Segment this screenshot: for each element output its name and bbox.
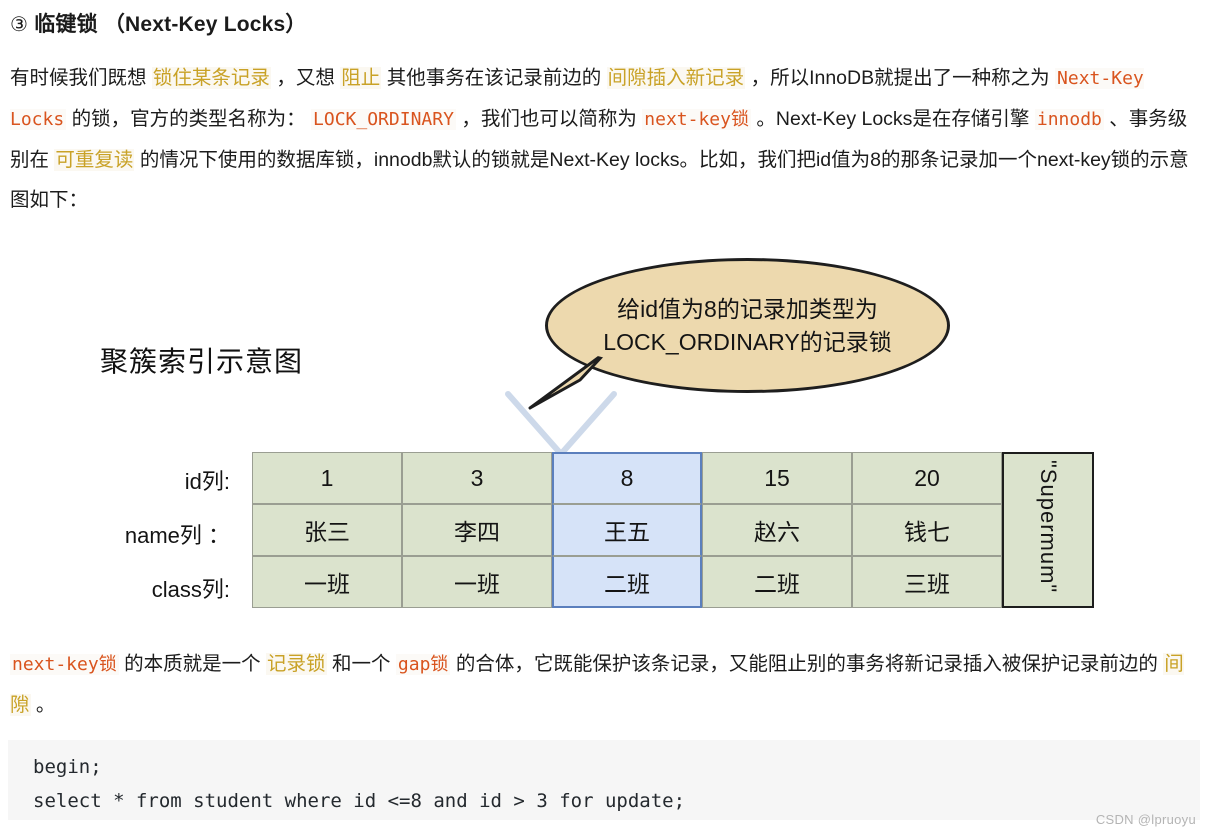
- table-row: 1 3 8 15 20 "Supermum": [252, 452, 1094, 608]
- highlight-record-lock: 记录锁: [266, 653, 327, 675]
- callout-bubble: 给id值为8的记录加类型为 LOCK_ORDINARY的记录锁: [545, 258, 950, 393]
- callout-text: 给id值为8的记录加类型为 LOCK_ORDINARY的记录锁: [603, 295, 892, 355]
- pointer-v-icon: [505, 391, 617, 457]
- sql-code-line-1: begin;: [33, 756, 102, 778]
- cell-supremum: "Supermum": [1002, 452, 1094, 608]
- sql-code-line-2: select * from student where id <=8 and i…: [33, 790, 686, 812]
- code-next-key-lock-zh: next-key锁: [642, 109, 751, 130]
- highlight-repeatable-read: 可重复读: [54, 149, 135, 171]
- supremum-label: "Supermum": [1036, 460, 1061, 594]
- cell-id-1: 1: [252, 452, 402, 504]
- sql-code-block: begin; select * from student where id <=…: [8, 740, 1200, 820]
- cell-name-3: 李四: [402, 504, 552, 556]
- intro-text-4: ，所以InnoDB就提出了一种称之为: [745, 67, 1056, 89]
- highlight-gap-insert: 间隙插入新记录: [606, 67, 746, 89]
- page-title: ③ 临键锁 （Next-Key Locks）: [10, 8, 307, 38]
- cell-name-8: 王五: [552, 504, 702, 556]
- code-next-key-lock-summary: next-key锁: [10, 654, 119, 675]
- summary-text-4: 。: [30, 694, 56, 716]
- summary-text-3: 的合体，它既能保护该条记录，又能阻止别的事务将新记录插入被保护记录前边的: [450, 653, 1164, 675]
- summary-text-2: 和一个: [326, 653, 396, 675]
- cell-name-20: 钱七: [852, 504, 1002, 556]
- intro-text-3: 其他事务在该记录前边的: [381, 67, 607, 89]
- intro-text-9: 的情况下使用的数据库锁，innodb默认的锁就是Next-Key locks。比…: [10, 149, 1189, 211]
- cell-name-15: 赵六: [702, 504, 852, 556]
- heading-title-en: （Next-Key Locks）: [103, 13, 307, 36]
- intro-text-6: ，我们也可以简称为: [455, 108, 643, 130]
- row-label-class: class列:: [151, 577, 230, 602]
- table-row: 一班 一班 二班 二班 三班: [252, 556, 1094, 608]
- code-gap-lock: gap锁: [395, 654, 451, 675]
- heading-marker: ③: [10, 14, 29, 36]
- cell-class-8: 二班: [552, 556, 702, 608]
- cell-class-1: 一班: [252, 556, 402, 608]
- cell-name-1: 张三: [252, 504, 402, 556]
- watermark: CSDN @lpruoyu: [1095, 812, 1196, 827]
- cell-id-8: 8: [552, 452, 702, 504]
- cell-class-15: 二班: [702, 556, 852, 608]
- highlight-prevent: 阻止: [340, 67, 382, 89]
- heading-title-zh: 临键锁: [34, 13, 98, 36]
- cell-class-20: 三班: [852, 556, 1002, 608]
- intro-text-7: 。Next-Key Locks是在存储引擎: [750, 108, 1035, 130]
- clustered-index-diagram: 聚簇索引示意图 给id值为8的记录加类型为 LOCK_ORDINARY的记录锁 …: [0, 240, 1208, 635]
- summary-text-1: 的本质就是一个: [118, 653, 267, 675]
- cell-id-15: 15: [702, 452, 852, 504]
- cell-id-20: 20: [852, 452, 1002, 504]
- intro-paragraph: 有时候我们既想 锁住某条记录 ，又想 阻止 其他事务在该记录前边的 间隙插入新记…: [10, 58, 1198, 220]
- code-innodb: innodb: [1034, 109, 1104, 130]
- cell-id-3: 3: [402, 452, 552, 504]
- cell-class-3: 一班: [402, 556, 552, 608]
- diagram-title: 聚簇索引示意图: [100, 346, 304, 377]
- code-lock-ordinary: LOCK_ORDINARY: [311, 109, 456, 130]
- row-label-name: name列 ：: [124, 523, 230, 548]
- highlight-lock-record: 锁住某条记录: [151, 67, 271, 89]
- index-record-table: 1 3 8 15 20 "Supermum" 张三 李四 王五 赵六 钱七 一班…: [252, 452, 1094, 608]
- intro-text-2: ，又想: [270, 67, 341, 89]
- row-label-id: id列:: [184, 469, 230, 494]
- table-row: 张三 李四 王五 赵六 钱七: [252, 504, 1094, 556]
- intro-text-5: 的锁，官方的类型名称为：: [66, 108, 312, 130]
- intro-text-1: 有时候我们既想: [10, 67, 152, 89]
- table-row-labels: id列: name列 ： class列:: [0, 452, 248, 618]
- summary-paragraph: next-key锁 的本质就是一个 记录锁 和一个 gap锁 的合体，它既能保护…: [10, 644, 1200, 725]
